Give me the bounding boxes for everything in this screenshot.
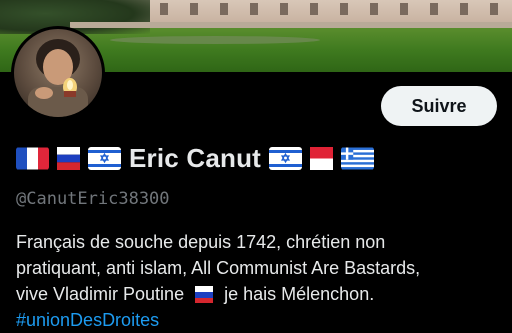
russia-flag-icon	[191, 285, 217, 303]
monaco-flag-icon	[305, 146, 338, 170]
banner-path	[70, 22, 512, 28]
avatar[interactable]	[11, 26, 105, 120]
russia-flag-icon	[52, 146, 85, 170]
greece-flag-icon	[341, 147, 375, 170]
bio-line-3-end: je hais Mélenchon.	[224, 284, 375, 304]
bio-line-2: pratiquant, anti islam, All Communist Ar…	[16, 258, 421, 278]
france-flag-icon	[16, 147, 49, 170]
hashtag-link[interactable]: #unionDesDroites	[16, 307, 506, 333]
banner-building	[150, 0, 512, 22]
bio-line-1: Français de souche depuis 1742, chrétien…	[16, 232, 386, 252]
profile-name-row: Eric Canut	[16, 143, 377, 173]
display-name: Eric Canut	[129, 142, 262, 173]
profile-bio: Français de souche depuis 1742, chrétien…	[16, 229, 506, 333]
bio-line-3: vive Vladimir Poutine je hais Mélenchon.	[16, 281, 506, 307]
avatar-photo	[28, 39, 88, 117]
bio-line-3-start: vive Vladimir Poutine	[16, 284, 185, 304]
israel-flag-icon	[269, 146, 303, 170]
israel-flag-icon	[88, 146, 121, 170]
follow-button[interactable]: Suivre	[381, 86, 497, 126]
profile-handle: @CanutEric38300	[16, 189, 170, 209]
banner-fountain-basin	[110, 36, 320, 44]
